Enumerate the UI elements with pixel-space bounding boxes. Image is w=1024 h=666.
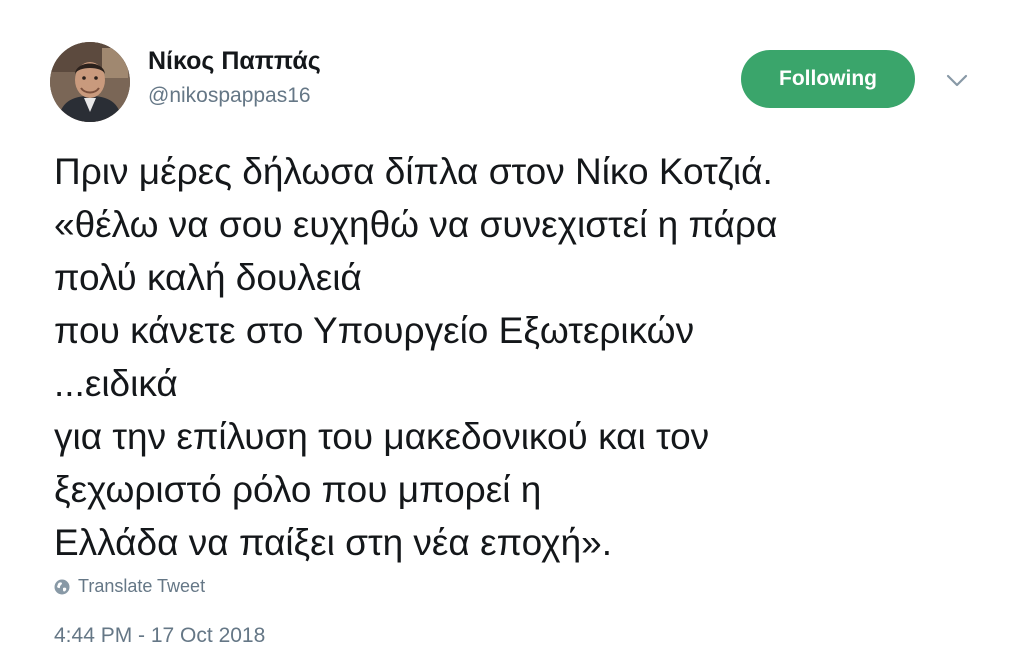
more-options-button[interactable] (944, 70, 970, 90)
tweet-text-line: Ελλάδα να παίξει στη νέα εποχή». (54, 522, 613, 563)
tweet-text-line: Πριν μέρες δήλωσα δίπλα στον Νίκο Κοτζιά… (54, 151, 773, 192)
profile-photo-icon (50, 42, 130, 122)
tweet-text-line: πολύ καλή δουλειά (54, 257, 362, 298)
tweet-card: Νίκος Παππάς @nikospappas16 Following Πρ… (0, 0, 1024, 666)
tweet-text-line: ...ειδικά (54, 363, 178, 404)
translate-tweet-link[interactable]: Translate Tweet (54, 576, 205, 597)
translate-tweet-label: Translate Tweet (78, 576, 206, 596)
globe-icon (54, 579, 70, 594)
tweet-text: Πριν μέρες δήλωσα δίπλα στον Νίκο Κοτζιά… (54, 145, 984, 569)
tweet-timestamp[interactable]: 4:44 PM - 17 Oct 2018 (54, 624, 265, 648)
chevron-down-icon (946, 74, 968, 87)
tweet-text-line: «θέλω να σου ευχηθώ να συνεχιστεί η πάρα (54, 204, 778, 245)
avatar[interactable] (50, 42, 130, 122)
tweet-text-line: για την επίλυση του μακεδονικού και τον (54, 416, 710, 457)
user-handle[interactable]: @nikospappas16 (148, 84, 311, 108)
tweet-text-line: που κάνετε στο Υπουργείο Εξωτερικών (54, 310, 695, 351)
following-button[interactable]: Following (741, 50, 915, 108)
tweet-text-line: ξεχωριστό ρόλο που μπορεί η (54, 469, 542, 510)
display-name[interactable]: Νίκος Παππάς (148, 47, 321, 76)
